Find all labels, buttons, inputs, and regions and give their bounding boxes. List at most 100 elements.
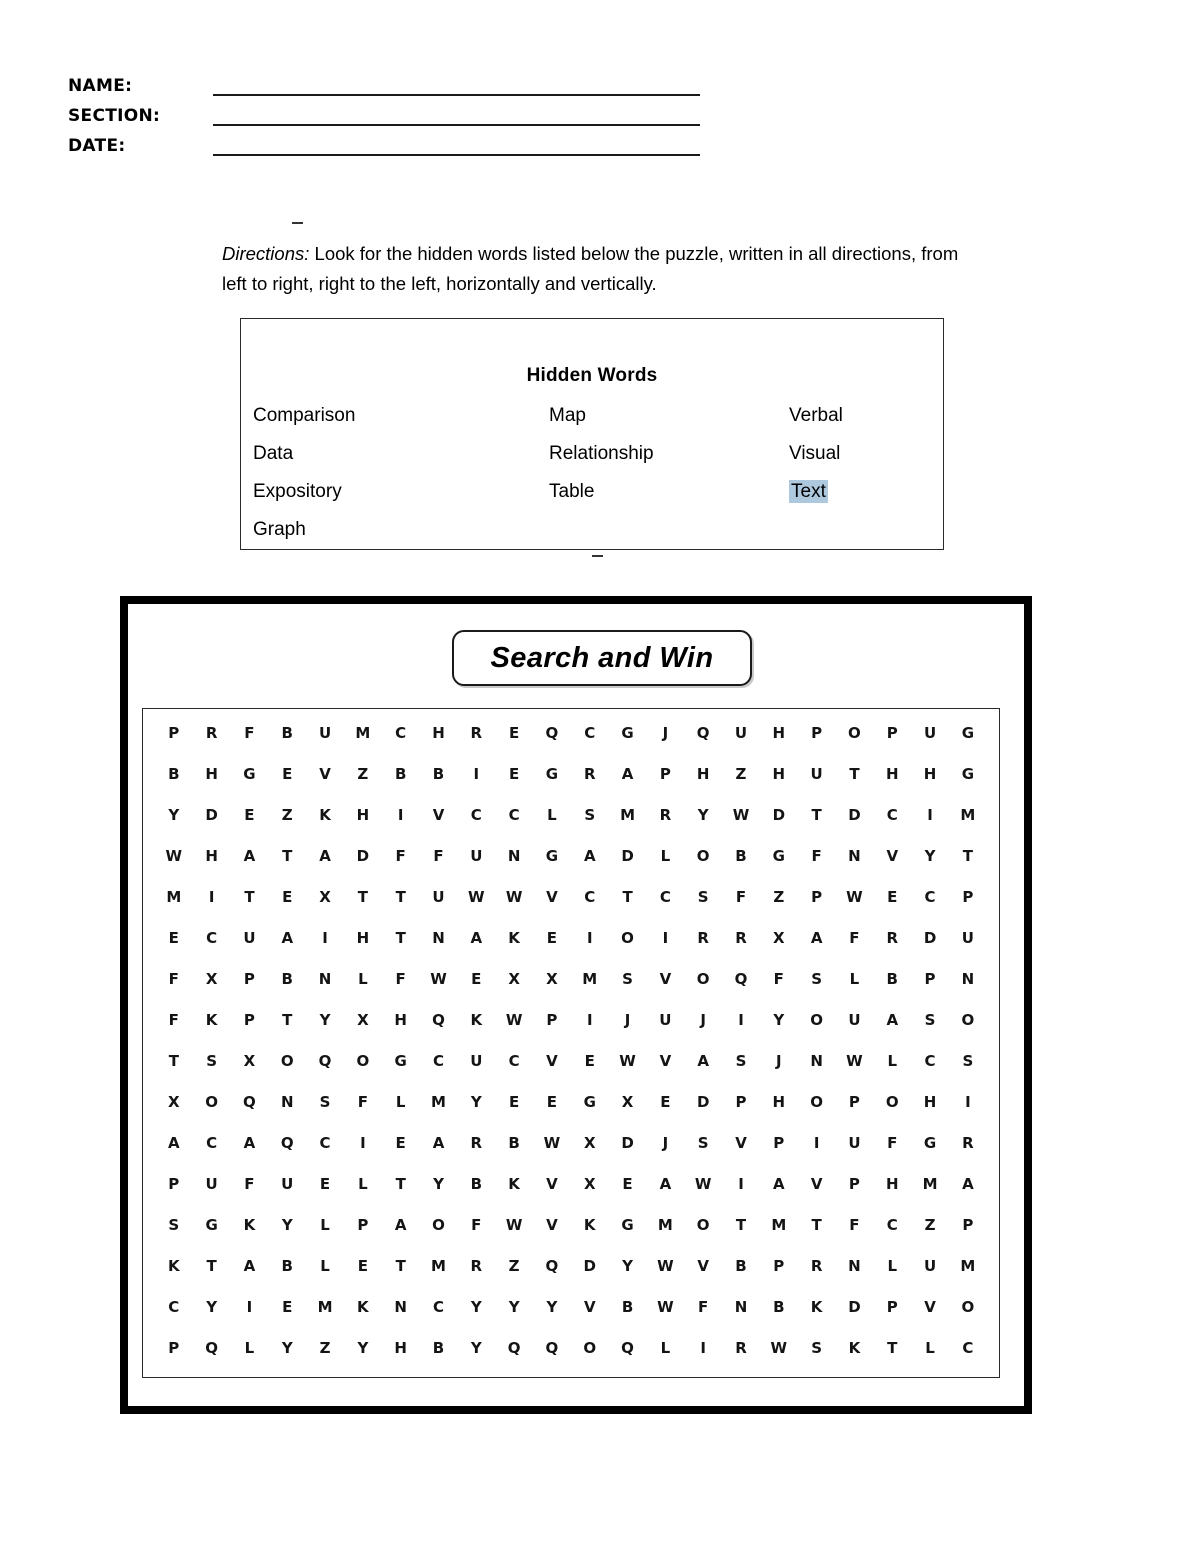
letter-cell[interactable]: Q [495, 1338, 533, 1379]
letter-cell[interactable]: U [306, 723, 344, 764]
letter-cell[interactable]: I [231, 1297, 269, 1338]
letter-cell[interactable]: M [306, 1297, 344, 1338]
letter-cell[interactable]: G [193, 1215, 231, 1256]
letter-cell[interactable]: U [836, 1010, 874, 1051]
letter-cell[interactable]: F [382, 969, 420, 1010]
letter-cell[interactable]: B [155, 764, 193, 805]
letter-cell[interactable]: U [722, 723, 760, 764]
letter-cell[interactable]: C [420, 1297, 458, 1338]
letter-cell[interactable]: Y [268, 1215, 306, 1256]
letter-cell[interactable]: O [193, 1092, 231, 1133]
letter-cell[interactable]: U [911, 723, 949, 764]
letter-cell[interactable]: K [571, 1215, 609, 1256]
letter-cell[interactable]: C [571, 723, 609, 764]
letter-cell[interactable]: D [836, 1297, 874, 1338]
letter-cell[interactable]: S [684, 1133, 722, 1174]
letter-cell[interactable]: A [873, 1010, 911, 1051]
letter-cell[interactable]: O [684, 969, 722, 1010]
letter-cell[interactable]: P [873, 723, 911, 764]
letter-cell[interactable]: L [231, 1338, 269, 1379]
letter-cell[interactable]: B [268, 723, 306, 764]
letter-cell[interactable]: N [798, 1051, 836, 1092]
letter-cell[interactable]: Q [533, 723, 571, 764]
letter-cell[interactable]: A [268, 928, 306, 969]
letter-cell[interactable]: B [873, 969, 911, 1010]
letter-cell[interactable]: E [533, 928, 571, 969]
letter-cell[interactable]: Y [684, 805, 722, 846]
letter-cell[interactable]: C [873, 805, 911, 846]
letter-cell[interactable]: S [911, 1010, 949, 1051]
letter-cell[interactable]: O [571, 1338, 609, 1379]
letter-cell[interactable]: A [949, 1174, 987, 1215]
letter-cell[interactable]: H [684, 764, 722, 805]
letter-cell[interactable]: U [798, 764, 836, 805]
letter-cell[interactable]: V [533, 887, 571, 928]
letter-cell[interactable]: Z [268, 805, 306, 846]
letter-cell[interactable]: T [382, 887, 420, 928]
letter-cell[interactable]: I [458, 764, 496, 805]
letter-cell[interactable]: C [193, 928, 231, 969]
letter-cell[interactable]: L [344, 1174, 382, 1215]
letter-cell[interactable]: E [344, 1256, 382, 1297]
letter-cell[interactable]: V [571, 1297, 609, 1338]
letter-cell[interactable]: P [911, 969, 949, 1010]
letter-cell[interactable]: M [420, 1256, 458, 1297]
letter-cell[interactable]: C [420, 1051, 458, 1092]
letter-cell[interactable]: M [571, 969, 609, 1010]
letter-cell[interactable]: Y [420, 1174, 458, 1215]
letter-cell[interactable]: U [647, 1010, 685, 1051]
letter-cell[interactable]: L [306, 1256, 344, 1297]
letter-cell[interactable]: S [306, 1092, 344, 1133]
letter-cell[interactable]: X [231, 1051, 269, 1092]
letter-cell[interactable]: C [911, 887, 949, 928]
letter-cell[interactable]: C [458, 805, 496, 846]
letter-cell[interactable]: G [609, 1215, 647, 1256]
letter-cell[interactable]: W [155, 846, 193, 887]
letter-cell[interactable]: J [760, 1051, 798, 1092]
letter-cell[interactable]: Y [306, 1010, 344, 1051]
letter-cell[interactable]: W [836, 887, 874, 928]
letter-cell[interactable]: M [760, 1215, 798, 1256]
letter-cell[interactable]: B [420, 1338, 458, 1379]
letter-cell[interactable]: L [873, 1051, 911, 1092]
letter-cell[interactable]: G [231, 764, 269, 805]
letter-cell[interactable]: R [458, 1133, 496, 1174]
letter-cell[interactable]: X [760, 928, 798, 969]
letter-cell[interactable]: W [495, 1010, 533, 1051]
letter-cell[interactable]: D [760, 805, 798, 846]
letter-cell[interactable]: K [231, 1215, 269, 1256]
letter-cell[interactable]: R [458, 1256, 496, 1297]
letter-cell[interactable]: T [231, 887, 269, 928]
letter-cell[interactable]: F [684, 1297, 722, 1338]
letter-cell[interactable]: K [306, 805, 344, 846]
letter-cell[interactable]: A [382, 1215, 420, 1256]
letter-cell[interactable]: S [798, 969, 836, 1010]
letter-cell[interactable]: B [760, 1297, 798, 1338]
letter-cell[interactable]: K [193, 1010, 231, 1051]
letter-cell[interactable]: I [722, 1010, 760, 1051]
letter-cell[interactable]: A [420, 1133, 458, 1174]
letter-cell[interactable]: Q [684, 723, 722, 764]
letter-cell[interactable]: Z [911, 1215, 949, 1256]
letter-cell[interactable]: A [647, 1174, 685, 1215]
letter-cell[interactable]: R [647, 805, 685, 846]
letter-cell[interactable]: W [420, 969, 458, 1010]
letter-cell[interactable]: P [231, 1010, 269, 1051]
letter-cell[interactable]: W [495, 1215, 533, 1256]
letter-cell[interactable]: U [911, 1256, 949, 1297]
letter-cell[interactable]: T [836, 764, 874, 805]
letter-cell[interactable]: G [533, 764, 571, 805]
letter-cell[interactable]: K [798, 1297, 836, 1338]
letter-cell[interactable]: C [495, 805, 533, 846]
letter-cell[interactable]: E [382, 1133, 420, 1174]
letter-cell[interactable]: S [193, 1051, 231, 1092]
letter-cell[interactable]: P [155, 1338, 193, 1379]
letter-cell[interactable]: G [760, 846, 798, 887]
letter-cell[interactable]: K [155, 1256, 193, 1297]
letter-cell[interactable]: E [647, 1092, 685, 1133]
letter-cell[interactable]: C [306, 1133, 344, 1174]
letter-cell[interactable]: N [382, 1297, 420, 1338]
letter-cell[interactable]: X [495, 969, 533, 1010]
letter-cell[interactable]: Y [533, 1297, 571, 1338]
letter-cell[interactable]: E [268, 887, 306, 928]
